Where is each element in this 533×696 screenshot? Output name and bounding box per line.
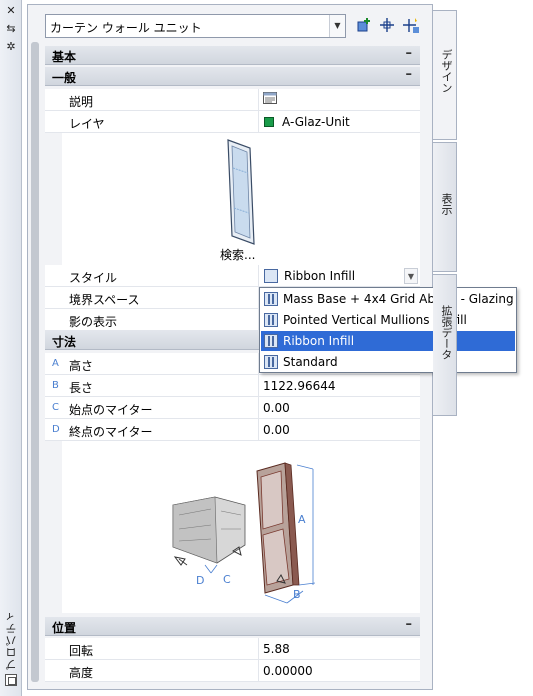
- row-elevation[interactable]: 高度 0.00000: [45, 660, 420, 682]
- column-divider: [258, 638, 259, 682]
- tab-extended-data-label: 拡張データ: [440, 305, 453, 360]
- style-icon: [264, 292, 278, 306]
- style-option[interactable]: Mass Base + 4x4 Grid Above - Glazing: [261, 289, 515, 309]
- row-end-miter[interactable]: D 終点のマイター 0.00: [45, 419, 420, 441]
- style-option[interactable]: Pointed Vertical Mullions - Infill: [261, 310, 515, 330]
- section-general[interactable]: 一般 –: [45, 67, 420, 86]
- rotation-value: 5.88: [263, 642, 290, 656]
- dimension-letter: A: [52, 358, 59, 369]
- row-description[interactable]: 説明: [45, 89, 420, 111]
- dimension-letter: B: [52, 380, 59, 391]
- scrollbar-thumb[interactable]: [31, 42, 39, 682]
- style-option-label: Mass Base + 4x4 Grid Above - Glazing: [283, 292, 514, 306]
- object-type-value: カーテン ウォール ユニット: [50, 21, 202, 35]
- style-option-label: Standard: [283, 355, 338, 369]
- height-label: 高さ: [69, 359, 94, 373]
- end-miter-value: 0.00: [263, 423, 290, 437]
- collapse-icon[interactable]: –: [406, 67, 413, 82]
- elevation-label: 高度: [69, 666, 94, 680]
- style-dropdown-list[interactable]: Mass Base + 4x4 Grid Above - Glazing Poi…: [259, 287, 517, 373]
- quick-select-icon[interactable]: [402, 17, 420, 35]
- column-divider: [258, 89, 259, 133]
- select-objects-icon[interactable]: [378, 17, 396, 35]
- start-miter-value: 0.00: [263, 401, 290, 415]
- row-layer[interactable]: レイヤ A-Glaz-Unit: [45, 111, 420, 133]
- preview-search-link[interactable]: 検索...: [220, 246, 255, 263]
- style-icon: [264, 313, 278, 327]
- tab-display[interactable]: 表示: [433, 142, 457, 272]
- style-option-label: Ribbon Infill: [283, 334, 355, 348]
- style-icon: [264, 355, 278, 369]
- style-label: スタイル: [69, 271, 118, 285]
- style-option-selected[interactable]: Ribbon Infill: [261, 331, 515, 351]
- curtain-wall-unit-preview: [226, 138, 256, 246]
- collapse-icon[interactable]: –: [406, 617, 413, 632]
- style-value: Ribbon Infill: [284, 269, 356, 283]
- palette-properties-icon[interactable]: [5, 674, 17, 686]
- layer-value: A-Glaz-Unit: [282, 115, 350, 129]
- diagram-label-b: B: [293, 588, 301, 601]
- settings-icon[interactable]: ✲: [4, 40, 18, 54]
- layer-label: レイヤ: [69, 117, 105, 131]
- style-select[interactable]: Ribbon Infill ▼: [259, 266, 419, 286]
- chevron-down-icon[interactable]: ▼: [404, 268, 418, 284]
- auto-hide-icon[interactable]: ⇆: [4, 22, 18, 36]
- description-edit-icon[interactable]: [263, 92, 277, 107]
- section-location-label: 位置: [52, 621, 77, 635]
- section-general-label: 一般: [52, 71, 77, 85]
- end-miter-label: 終点のマイター: [69, 425, 153, 439]
- dimension-diagram: A B C D: [165, 455, 335, 605]
- object-type-select[interactable]: カーテン ウォール ユニット ▼: [45, 14, 346, 38]
- palette-title-strip: ✕ ⇆ ✲ プロパティ: [0, 0, 22, 696]
- add-selection-icon[interactable]: [355, 17, 373, 35]
- section-location[interactable]: 位置 –: [45, 617, 420, 636]
- palette-title: プロパティ: [5, 610, 18, 670]
- style-icon: [264, 334, 278, 348]
- collapse-icon[interactable]: –: [406, 46, 413, 61]
- rotation-label: 回転: [69, 644, 94, 658]
- tab-display-label: 表示: [440, 193, 453, 215]
- close-icon[interactable]: ✕: [4, 4, 18, 18]
- chevron-down-icon[interactable]: ▼: [329, 15, 345, 37]
- row-length[interactable]: B 長さ 1122.96644: [45, 375, 420, 397]
- shadow-label: 影の表示: [69, 315, 118, 329]
- dimension-letter: D: [52, 424, 60, 435]
- style-option[interactable]: Standard: [261, 352, 515, 372]
- boundary-label: 境界スペース: [69, 293, 140, 307]
- tab-extended-data[interactable]: 拡張データ: [433, 274, 457, 416]
- dimension-letter: C: [52, 402, 59, 413]
- layer-color-swatch: [264, 117, 274, 127]
- length-value: 1122.96644: [263, 379, 336, 393]
- elevation-value: 0.00000: [263, 664, 313, 678]
- section-dimensions-label: 寸法: [52, 335, 77, 349]
- diagram-label-d: D: [196, 574, 205, 587]
- section-basic-label: 基本: [52, 50, 77, 64]
- row-start-miter[interactable]: C 始点のマイター 0.00: [45, 397, 420, 419]
- tab-design[interactable]: デザイン: [433, 10, 457, 140]
- description-label: 説明: [69, 95, 94, 109]
- diagram-label-c: C: [223, 573, 231, 586]
- vertical-scrollbar[interactable]: [31, 42, 39, 682]
- tab-design-label: デザイン: [440, 49, 453, 93]
- start-miter-label: 始点のマイター: [69, 403, 153, 417]
- style-icon: [264, 269, 278, 283]
- section-basic[interactable]: 基本 –: [45, 46, 420, 65]
- length-label: 長さ: [69, 381, 94, 395]
- diagram-label-a: A: [298, 513, 306, 526]
- row-rotation[interactable]: 回転 5.88: [45, 638, 420, 660]
